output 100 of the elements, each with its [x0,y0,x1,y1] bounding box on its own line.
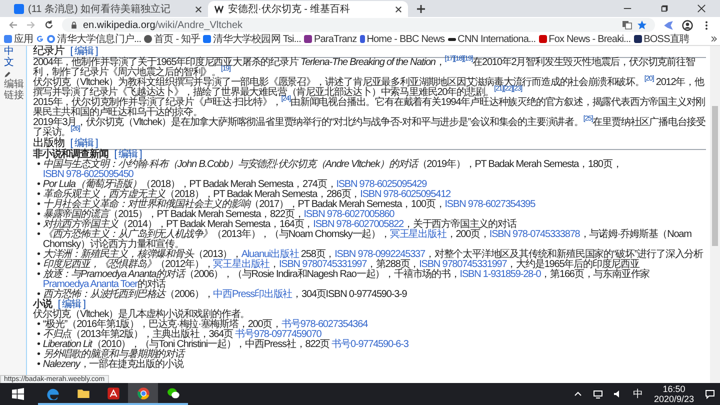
link[interactable]: 书号0-9774590-6-3 [332,339,408,350]
bullet: • [37,180,40,190]
link[interactable]: Aluanui出版社 [241,249,299,260]
list-item: 暴露帝国的谎言（2015），PT Badak Merah Semesta，822页，ISBN 978-6027005860 [42,210,394,220]
input-method-indicator[interactable]: 中 [632,387,643,401]
link[interactable]: 冥王星出版社 [213,259,270,270]
edit-link[interactable]: [ 编辑 ] [114,150,142,160]
edit-link[interactable]: [ 编辑 ] [70,139,98,149]
list-item: 西方恐怖：从波托西到巴格达（2006），中西Press印出版社，304页ISBN 0-9774590-3-9 [42,290,407,300]
link[interactable]: ISBN 9780745331997 [278,259,367,270]
bookmark[interactable]: CNN Internationa... [448,34,536,44]
edit-links-link[interactable]: 编辑链接 [4,79,24,101]
bullet: • [37,230,40,242]
list-item: 对抗西方帝国主义（2014），PT Badak Merah Semesta，164页，ISBN 978-6027005822，关于西方帝国主义的对话 [42,220,516,230]
list-item: Nalezeny，一部在捷克出版的小说 [42,360,184,370]
windows-start-icon[interactable] [12,388,24,400]
bullet: • [37,320,40,330]
more-chevron-icon[interactable] [710,35,718,43]
bullet: • [37,220,40,230]
paragraph: 伏尔切克（Vltchek）是几本虚构小说和戏剧的作者。 [33,310,250,320]
list-item: 中国与生态文明：小约翰·科布（John B.Cobb）与安德烈·伏尔切克（Andre Vltchek）的对话（2019年），PT Badak Merah Semesta，180页， ISBN 978-6025095450 [42,160,623,180]
list-item: 革命乐观主义，西方虚无主义（2018），PT Badak Merah Semesta，286页，ISBN 978-6025095412 [42,190,450,200]
bookmark[interactable]: 应用 [4,34,34,44]
bookmark-icon [360,35,365,43]
section-heading: 纪录片 [33,46,64,57]
bookmark[interactable]: ParaTranz [304,34,357,44]
translate-icon[interactable] [622,20,632,30]
account-icon[interactable] [682,20,693,30]
bullet: • [37,270,40,282]
close-icon[interactable] [395,6,402,12]
bookmark-icon [538,35,547,43]
bullet: • [37,290,40,300]
link[interactable]: ISBN 978-6027354395 [444,199,536,210]
notification-icon[interactable] [705,389,715,399]
link[interactable]: ISBN 978-6025095450 [42,169,134,180]
bullet: • [37,200,40,210]
pdf-icon [106,386,120,400]
url-text: en.wikipedia.org/wiki/Andre_Vltchek [83,20,243,30]
bullet: • [37,210,40,220]
list-item: Liberation Lit（2010），（与Toni Christini一起），中西Press社，822页 书号0-9774590-6-3 [42,340,408,350]
section-heading: 出版物 [33,138,64,149]
list-item: 不归点（2013年第2版），主典出版社，364页 书号978-0977459070 [42,330,322,340]
subsection-heading: 非小说和调查新闻 [33,150,108,160]
bookmark-icon [448,38,456,40]
bullet: • [37,250,40,260]
link[interactable]: ISBN 978-0992245337 [334,249,425,260]
link[interactable]: ISBN 978-0745333878 [489,229,580,240]
bookmark[interactable]: Fox News - Breaki... [538,34,631,44]
bookmark[interactable]: 清华大学校园网 Tsi... [203,34,301,44]
star-icon[interactable] [637,20,647,30]
bullet: • [37,360,40,370]
link[interactable]: ISBN 978-6025095429 [336,179,427,190]
address-bar[interactable]: en.wikipedia.org/wiki/Andre_Vltchek [62,18,655,32]
list-item: 《西方恐怖主义：从广岛到无人机战争》（2013年），（与Noam Chomsky一起），冥王星出版社，200页，ISBN 978-0745333878，与诺姆·乔姆斯基（Noam Chomsky）讨论西方力量和宣传。 [42,230,692,250]
edit-link[interactable]: [ 编辑 ] [70,47,98,57]
new-tab-icon[interactable] [416,4,426,14]
bookmark[interactable]: BOSS直聘 [634,34,690,44]
w-letter-icon [214,4,224,14]
browser-tab[interactable]: (11 条消息) 如何看待美籍独立记 [8,1,208,17]
clock[interactable]: 16:50 2020/9/23 [654,384,694,404]
link[interactable]: ISBN 978-6027005822 [313,219,404,230]
browser-icon [136,386,150,400]
bullet: • [37,190,40,200]
scrollbar[interactable] [710,46,720,383]
link[interactable]: ISBN 978-6025095412 [360,189,450,200]
edit-link[interactable]: [ 编辑 ] [58,300,86,310]
subsection-heading: 小说 [33,300,52,310]
link[interactable]: 书号978-6027354364 [282,319,368,330]
bullet: • [37,350,40,360]
close-icon[interactable] [195,6,202,12]
link[interactable]: ISBN 9780745331997 [419,259,507,270]
close-icon[interactable] [697,4,706,13]
pencil-icon [4,71,11,78]
restore-icon[interactable] [660,4,669,13]
link[interactable]: Pramoedya Ananta Toer [42,279,138,290]
g-letter-icon[interactable] [36,35,44,43]
lock-icon [70,21,78,29]
folder-icon [76,386,90,400]
bullet: • [37,330,40,340]
bookmark[interactable]: 清华大学信息门户... [47,34,142,44]
link[interactable]: 冥王星出版社 [390,229,446,240]
e-letter-icon [46,386,60,400]
link[interactable]: ISBN 1-931859-28-0 [460,269,541,280]
chat-bubbles-icon [166,386,180,400]
back-arrow-icon[interactable] [8,20,18,30]
list-item: 十月社会主义革命：对世界和俄国社会主义的影响（2017），PT Badak Merah Semesta，100页，ISBN 978-6027354395 [42,200,536,210]
browser-tab[interactable]: 安德烈·伏尔切克 - 维基百科 [208,1,408,17]
tab-title: 安德烈·伏尔切克 - 维基百科 [228,2,352,16]
reload-icon[interactable] [44,20,54,30]
bookmark-icon [4,35,12,43]
bookmark[interactable]: 首页 - 知乎 [144,34,200,44]
tab-title: (11 条消息) 如何看待美籍独立记 [28,2,172,16]
list-item: 大洋洲：新殖民主义，核弹爆和骨头（2013），Aluanui出版社 258页，ISBN 978-0992245337，对整个太平洋地区及其传统和新殖民国家的“破坏”进行了深入分析 [42,250,704,260]
link[interactable]: 中西Press印出版社 [213,289,292,300]
bookmark[interactable]: Home - BBC News [360,34,445,44]
link[interactable]: 书号978-0977459070 [235,329,322,340]
language-link[interactable]: 中文 [4,46,22,68]
link[interactable]: ISBN 978-6027005860 [304,209,394,220]
bookmark-icon [304,35,312,43]
bookmark-icon [144,35,152,43]
